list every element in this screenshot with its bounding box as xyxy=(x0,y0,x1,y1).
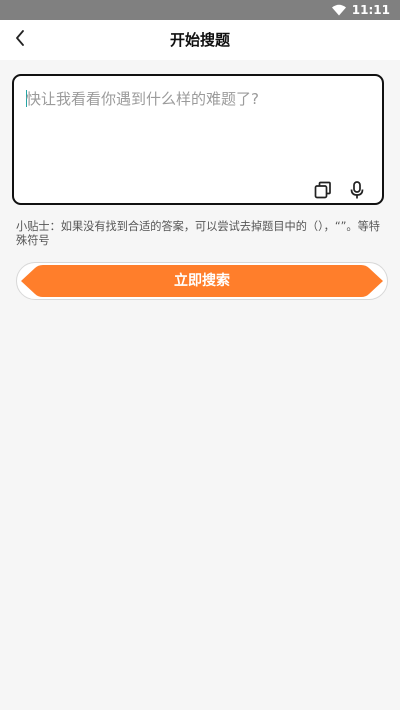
search-button-frame: 立即搜索 xyxy=(16,262,388,300)
question-input[interactable] xyxy=(26,88,366,110)
voice-input-button[interactable] xyxy=(347,180,367,200)
status-bar: 11:11 xyxy=(0,0,400,20)
copy-icon xyxy=(313,181,333,204)
back-button[interactable] xyxy=(6,26,34,54)
search-tip: 小贴士：如果没有找到合适的答案，可以尝试去掉题目中的（），“”。等特殊符号 xyxy=(16,220,380,247)
chevron-left-icon xyxy=(15,30,25,50)
status-icons: 11:11 xyxy=(331,2,390,18)
page-title: 开始搜题 xyxy=(169,31,230,49)
status-time: 11:11 xyxy=(351,3,390,17)
search-now-button[interactable]: 立即搜索 xyxy=(21,265,383,297)
wifi-icon xyxy=(331,4,346,16)
paste-button[interactable] xyxy=(313,180,333,200)
search-now-label: 立即搜索 xyxy=(174,273,230,289)
nav-bar: 开始搜题 xyxy=(0,20,400,60)
microphone-icon xyxy=(347,181,367,204)
question-input-box[interactable] xyxy=(12,74,384,205)
